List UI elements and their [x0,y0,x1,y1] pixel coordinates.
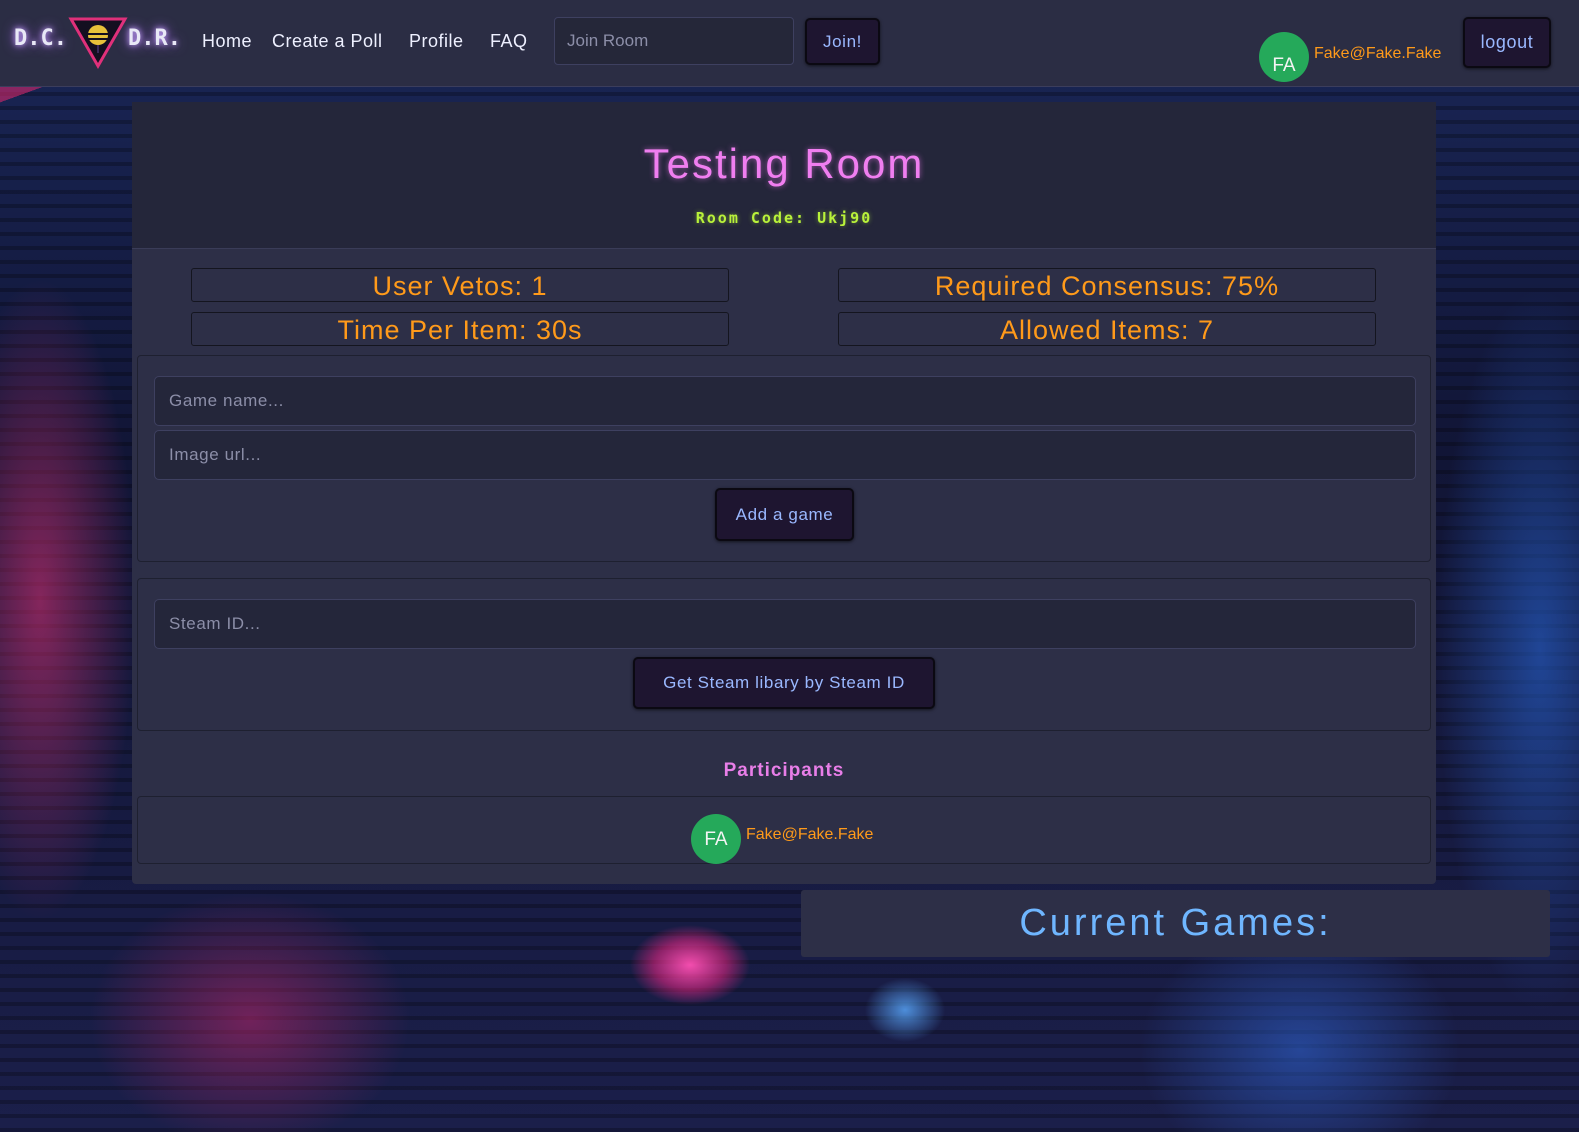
stat-user-vetos: User Vetos: 1 [191,268,729,302]
participants-title: Participants [723,760,845,781]
add-game-panel: Add a game [137,355,1431,562]
join-room-input[interactable] [554,17,794,65]
image-url-input[interactable] [154,430,1416,480]
avatar: FA [1259,32,1309,82]
nav-link-create-poll[interactable]: Create a Poll [272,31,383,52]
participants-list: FA Fake@Fake.Fake [137,796,1431,864]
join-button[interactable]: Join! [805,18,880,65]
user-email[interactable]: Fake@Fake.Fake [1314,45,1441,63]
participant-initials: FA [704,829,728,850]
game-name-input[interactable] [154,376,1416,426]
brand-text-right[interactable]: D.R. [128,26,181,51]
current-games-title: Current Games: [1019,902,1332,944]
get-steam-library-button[interactable]: Get Steam libary by Steam ID [633,657,935,709]
add-game-button[interactable]: Add a game [715,488,854,541]
room-header: Testing Room Room Code: Ukj90 [132,102,1436,249]
current-games-card: Current Games: [801,890,1550,957]
room-card: Testing Room Room Code: Ukj90 User Vetos… [132,102,1436,884]
room-code: Room Code: Ukj90 [695,209,873,227]
participant-email[interactable]: Fake@Fake.Fake [746,826,873,844]
logo-icon[interactable] [68,16,128,70]
steam-panel: Get Steam libary by Steam ID [137,578,1431,731]
nav-link-faq[interactable]: FAQ [490,31,528,52]
logout-button[interactable]: logout [1463,17,1551,68]
stat-allowed-items: Allowed Items: 7 [838,312,1376,346]
nav-link-home[interactable]: Home [202,31,252,52]
steam-id-input[interactable] [154,599,1416,649]
stat-time-per-item: Time Per Item: 30s [191,312,729,346]
avatar-initials: FA [1272,55,1296,76]
stat-required-consensus: Required Consensus: 75% [838,268,1376,302]
navbar: D.C. D.R. Home Create a Poll Profile FAQ… [0,0,1579,87]
participant-avatar: FA [691,814,741,864]
room-title: Testing Room [643,140,925,187]
nav-link-profile[interactable]: Profile [409,31,464,52]
brand-text-left[interactable]: D.C. [14,26,67,51]
